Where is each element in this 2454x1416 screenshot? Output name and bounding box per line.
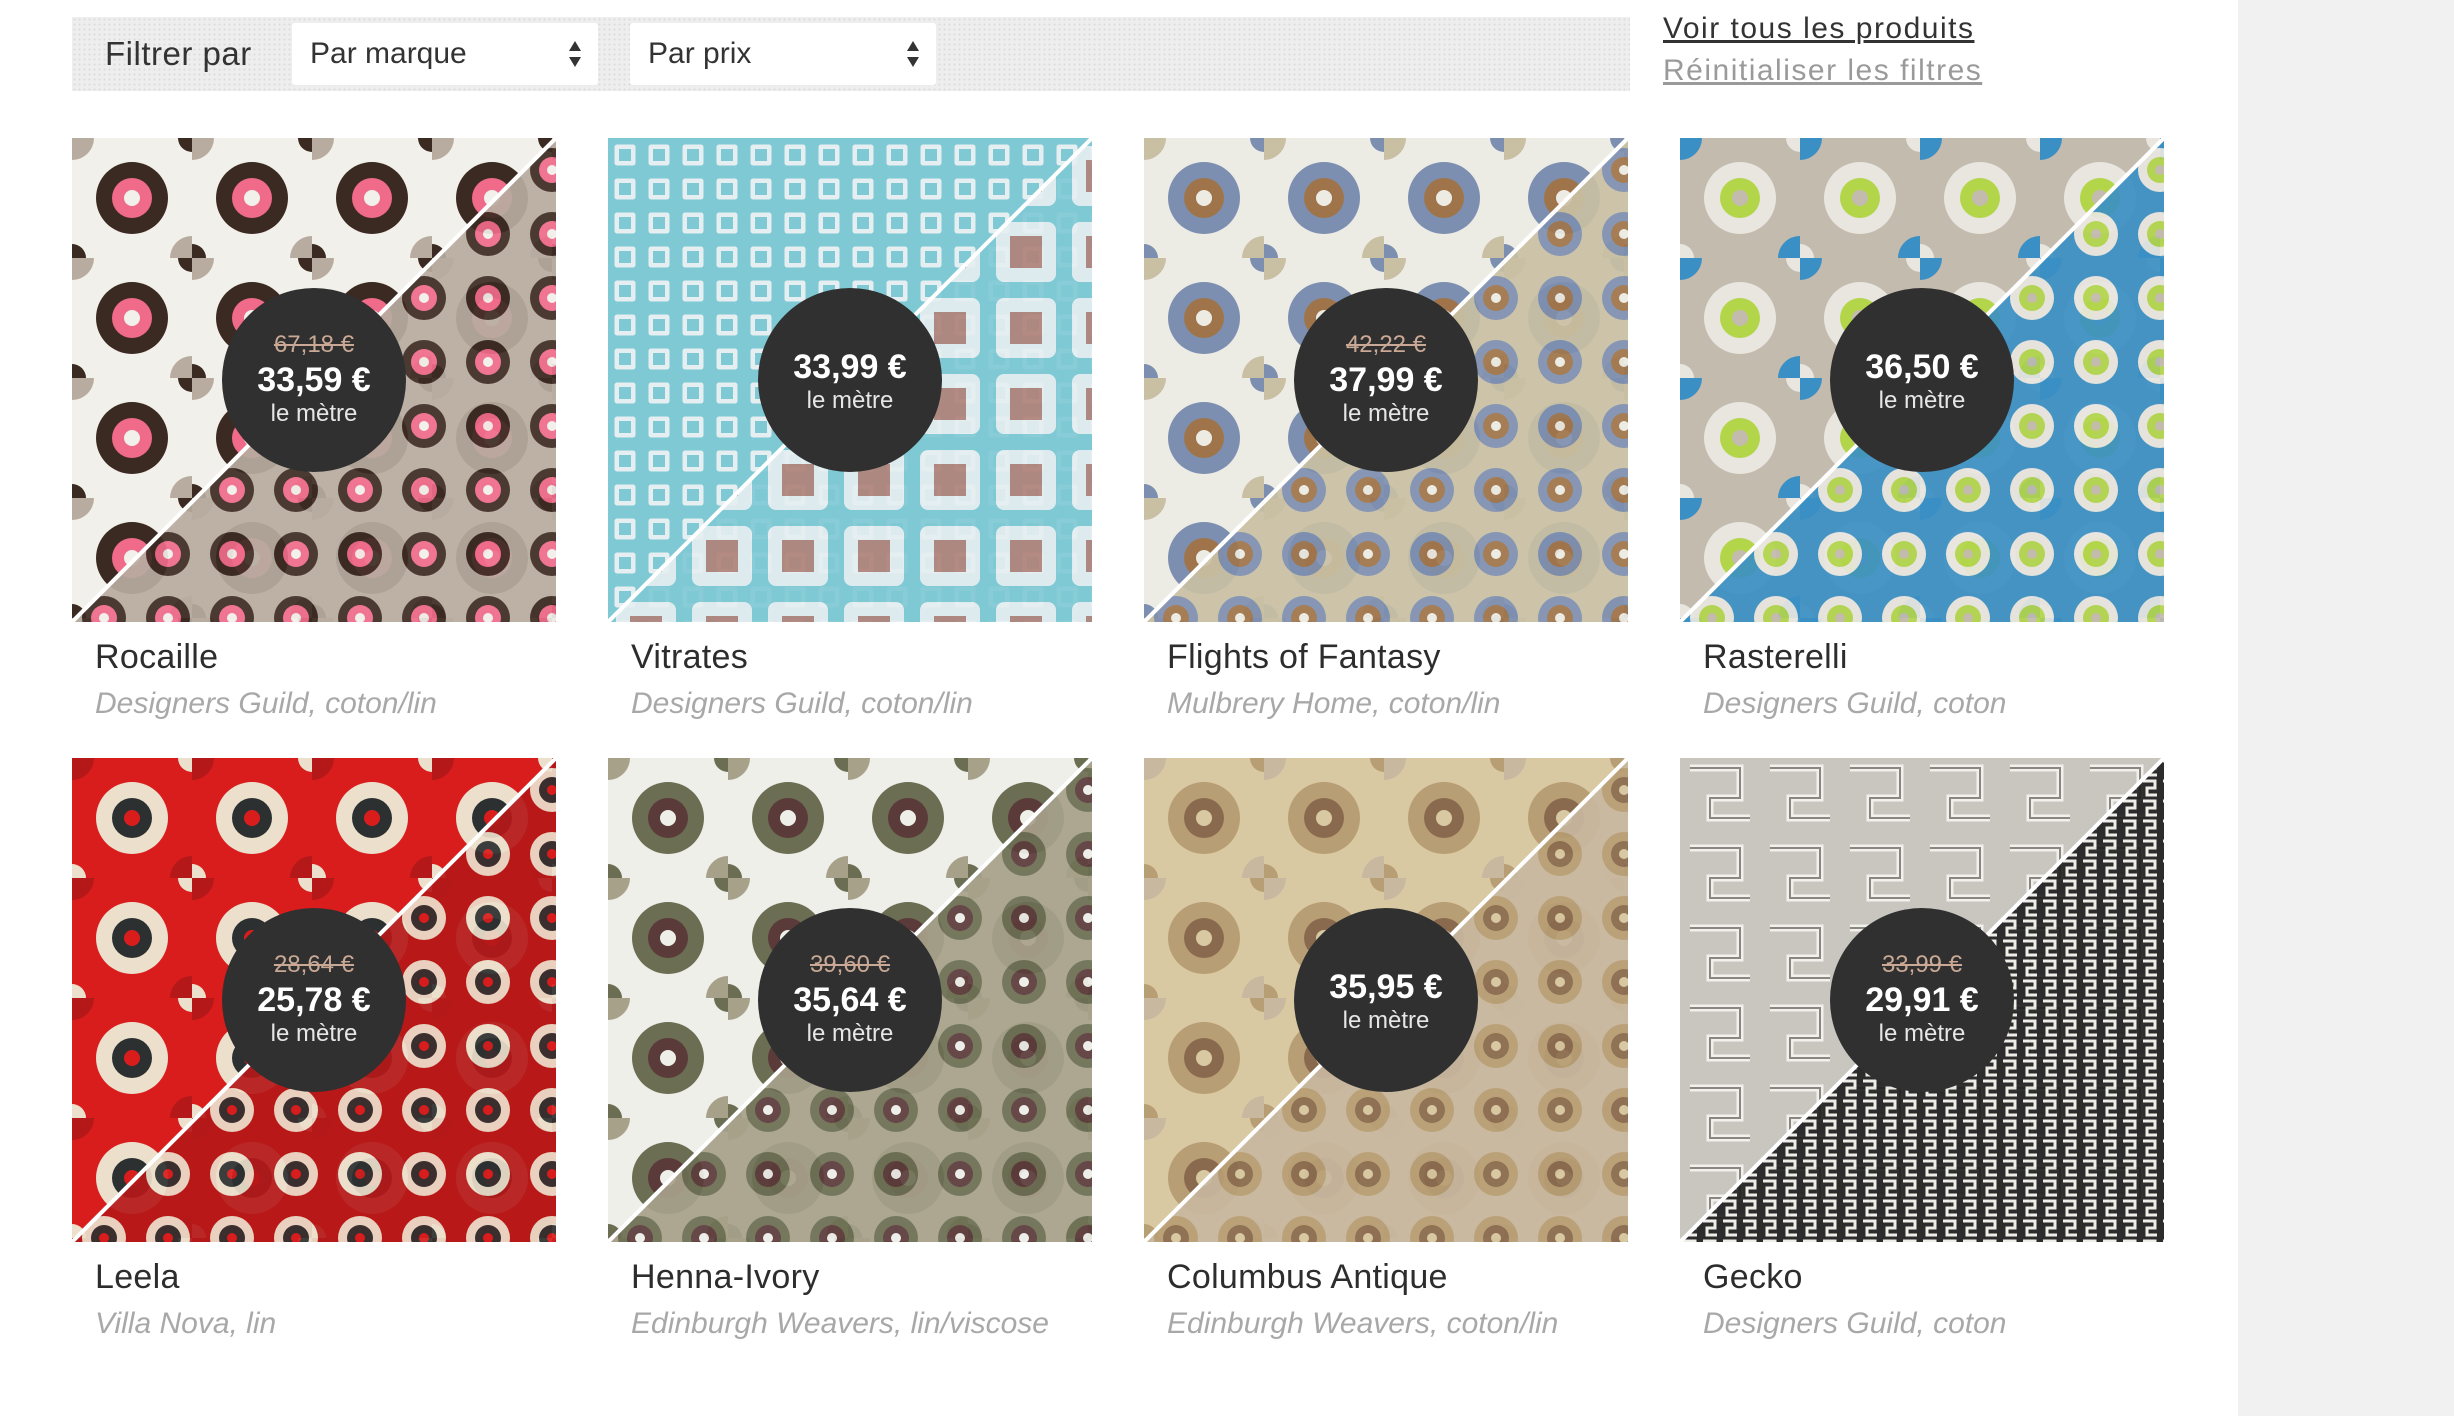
price-unit: le mètre: [270, 1020, 358, 1048]
product-thumbnail[interactable]: 33,99 €29,91 € le mètre: [1680, 758, 2164, 1242]
price-select-value: Par prix: [648, 37, 752, 70]
price-unit: le mètre: [806, 1020, 894, 1048]
current-price: 29,91 €: [1865, 980, 1979, 1019]
product-name[interactable]: Gecko: [1703, 1258, 2164, 1297]
price-badge: 67,18 €33,59 € le mètre: [222, 288, 406, 472]
price-badge: 35,95 € le mètre: [1294, 908, 1478, 1092]
current-price: 33,99 €: [793, 347, 907, 386]
price-badge: 33,99 € le mètre: [758, 288, 942, 472]
current-price: 33,59 €: [257, 360, 371, 399]
current-price: 35,95 €: [1329, 967, 1443, 1006]
product-description: Designers Guild, coton/lin: [95, 687, 437, 720]
product-description: Mulbrery Home, coton/lin: [1167, 687, 1501, 720]
current-price: 37,99 €: [1329, 360, 1443, 399]
price-badge: 36,50 € le mètre: [1830, 288, 2014, 472]
product-card[interactable]: 39,60 €35,64 € le mètre Henna-Ivory Edinbur…: [608, 758, 1092, 1341]
product-name[interactable]: Rasterelli: [1703, 638, 2164, 677]
price-select[interactable]: Par prix: [630, 23, 936, 85]
product-description: Designers Guild, coton/lin: [631, 687, 973, 720]
product-name[interactable]: Leela: [95, 1258, 556, 1297]
product-name[interactable]: Columbus Antique: [1167, 1258, 1628, 1297]
product-card[interactable]: 33,99 €29,91 € le mètre Gecko Designers Gui…: [1680, 758, 2164, 1341]
price-badge: 42,22 €37,99 € le mètre: [1294, 288, 1478, 472]
old-price: 39,60 €: [809, 951, 891, 979]
price-badge: 33,99 €29,91 € le mètre: [1830, 908, 2014, 1092]
product-card[interactable]: 67,18 €33,59 € le mètre Rocaille Designers …: [72, 138, 556, 721]
old-price: 33,99 €: [1881, 951, 1963, 979]
price-unit: le mètre: [1878, 1020, 1966, 1048]
price-unit: le mètre: [270, 400, 358, 428]
price-unit: le mètre: [1342, 1007, 1430, 1035]
old-price: 28,64 €: [273, 951, 355, 979]
price-unit: le mètre: [806, 387, 894, 415]
reset-filters-link[interactable]: Réinitialiser les filtres: [1663, 54, 1982, 88]
page-right-gutter: [2238, 0, 2454, 1416]
product-description: Edinburgh Weavers, lin/viscose: [631, 1307, 1049, 1340]
brand-select-value: Par marque: [310, 37, 467, 70]
product-thumbnail[interactable]: 33,99 € le mètre: [608, 138, 1092, 622]
product-name[interactable]: Flights of Fantasy: [1167, 638, 1628, 677]
product-name[interactable]: Rocaille: [95, 638, 556, 677]
product-card[interactable]: 35,95 € le mètre Columbus Antique Edinburgh…: [1144, 758, 1628, 1341]
product-thumbnail[interactable]: 42,22 €37,99 € le mètre: [1144, 138, 1628, 622]
price-unit: le mètre: [1342, 400, 1430, 428]
product-card[interactable]: 36,50 € le mètre Rasterelli Designers Guild…: [1680, 138, 2164, 721]
product-thumbnail[interactable]: 39,60 €35,64 € le mètre: [608, 758, 1092, 1242]
current-price: 25,78 €: [257, 980, 371, 1019]
product-description: Designers Guild, coton: [1703, 687, 2007, 720]
product-card[interactable]: 42,22 €37,99 € le mètre Flights of Fantasy…: [1144, 138, 1628, 721]
product-description: Edinburgh Weavers, coton/lin: [1167, 1307, 1559, 1340]
product-thumbnail[interactable]: 67,18 €33,59 € le mètre: [72, 138, 556, 622]
filter-label: Filtrer par: [105, 35, 252, 72]
product-thumbnail[interactable]: 28,64 €25,78 € le mètre: [72, 758, 556, 1242]
old-price: 67,18 €: [273, 331, 355, 359]
product-description: Designers Guild, coton: [1703, 1307, 2007, 1340]
price-badge: 39,60 €35,64 € le mètre: [758, 908, 942, 1092]
current-price: 36,50 €: [1865, 347, 1979, 386]
brand-select[interactable]: Par marque: [292, 23, 598, 85]
sort-arrows-icon: [569, 41, 581, 67]
product-name[interactable]: Henna-Ivory: [631, 1258, 1092, 1297]
product-thumbnail[interactable]: 35,95 € le mètre: [1144, 758, 1628, 1242]
product-thumbnail[interactable]: 36,50 € le mètre: [1680, 138, 2164, 622]
product-name[interactable]: Vitrates: [631, 638, 1092, 677]
product-description: Villa Nova, lin: [95, 1307, 277, 1340]
price-badge: 28,64 €25,78 € le mètre: [222, 908, 406, 1092]
current-price: 35,64 €: [793, 980, 907, 1019]
price-unit: le mètre: [1878, 387, 1966, 415]
sort-arrows-icon: [907, 41, 919, 67]
filter-bar: Filtrer par Par marque Par prix: [72, 17, 1630, 91]
product-card[interactable]: 33,99 € le mètre Vitrates Designers Guild, …: [608, 138, 1092, 721]
old-price: 42,22 €: [1345, 331, 1427, 359]
product-card[interactable]: 28,64 €25,78 € le mètre Leela Villa Nova, l…: [72, 758, 556, 1341]
view-all-products-link[interactable]: Voir tous les produits: [1663, 12, 1974, 46]
